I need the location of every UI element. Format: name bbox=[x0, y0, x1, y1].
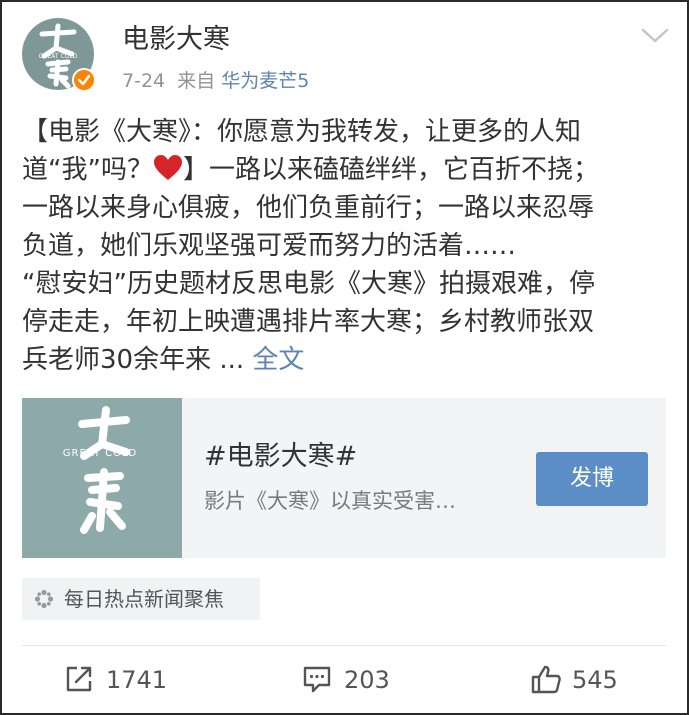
post-text-line: 一路以来身心俱疲，他们负重前行；一路以来忍辱 bbox=[22, 193, 595, 223]
post-text-line: “慰安妇”历史题材反思电影《大寒》拍摄艰难，停 bbox=[22, 269, 595, 299]
movie-poster-logo-icon: GREAT COLD bbox=[63, 406, 138, 534]
username[interactable]: 电影大寒 bbox=[122, 22, 230, 58]
full-text-link[interactable]: 全文 bbox=[252, 345, 304, 375]
post-date: 7-24 bbox=[122, 70, 166, 92]
repost-button[interactable]: 1741 bbox=[64, 660, 184, 700]
post-text-line: 【电影《大寒》：你愿意为我转发，让更多的人知 bbox=[22, 117, 582, 147]
topic-card-title: #电影大寒# bbox=[204, 441, 358, 472]
post-text-line: 道“我”吗？ 】一路以来磕磕绊绊，它百折不挠； bbox=[22, 151, 662, 189]
source-device-link[interactable]: 华为麦芒5 bbox=[221, 70, 309, 92]
comment-count: 203 bbox=[344, 666, 390, 694]
source-prefix: 来自 bbox=[177, 70, 216, 92]
sparkle-icon bbox=[34, 589, 54, 609]
topic-card-thumbnail: GREAT COLD bbox=[22, 398, 182, 558]
post-topic-button[interactable]: 发博 bbox=[536, 452, 648, 506]
topic-tag-label: 每日热点新闻聚焦 bbox=[64, 587, 224, 611]
thumbs-up-icon bbox=[531, 665, 561, 694]
chevron-down-icon[interactable] bbox=[640, 26, 670, 46]
post-text-segment: 道“我”吗？ bbox=[22, 155, 153, 185]
like-count: 545 bbox=[572, 666, 618, 694]
divider bbox=[22, 645, 666, 646]
heart-icon bbox=[153, 155, 182, 180]
avatar-logo-text: GREAT COLD bbox=[39, 53, 78, 60]
comment-button[interactable]: 203 bbox=[302, 660, 412, 700]
repost-count: 1741 bbox=[106, 666, 168, 694]
post-text: 【电影《大寒》：你愿意为我转发，让更多的人知 道“我”吗？ 】一路以来磕磕绊绊，它… bbox=[22, 113, 662, 379]
like-button[interactable]: 545 bbox=[530, 660, 640, 700]
post-meta: 7-24 来自 华为麦芒5 bbox=[122, 68, 309, 94]
topic-card-description: 影片《大寒》以真实受害… bbox=[204, 489, 456, 513]
post-text-segment: 兵老师30余年来 ... bbox=[22, 345, 253, 375]
post-text-line: 负道，她们乐观坚强可爱而努力的活着…… bbox=[22, 231, 517, 261]
post-text-line: 停走走，年初上映遭遇排片率大寒；乡村教师张双 bbox=[22, 307, 595, 337]
repost-icon bbox=[66, 666, 92, 692]
verified-badge-icon bbox=[72, 68, 96, 92]
comment-icon bbox=[303, 666, 331, 693]
poster-logo-text: GREAT COLD bbox=[63, 448, 138, 459]
topic-tag[interactable]: 每日热点新闻聚焦 bbox=[22, 578, 260, 620]
post-text-segment: 】一路以来磕磕绊绊，它百折不挠； bbox=[182, 155, 599, 185]
post-text-line: 兵老师30余年来 ... 全文 bbox=[22, 341, 662, 379]
topic-card[interactable]: GREAT COLD #电影大寒# 影片《大寒》以真实受害… 发博 bbox=[22, 398, 666, 558]
